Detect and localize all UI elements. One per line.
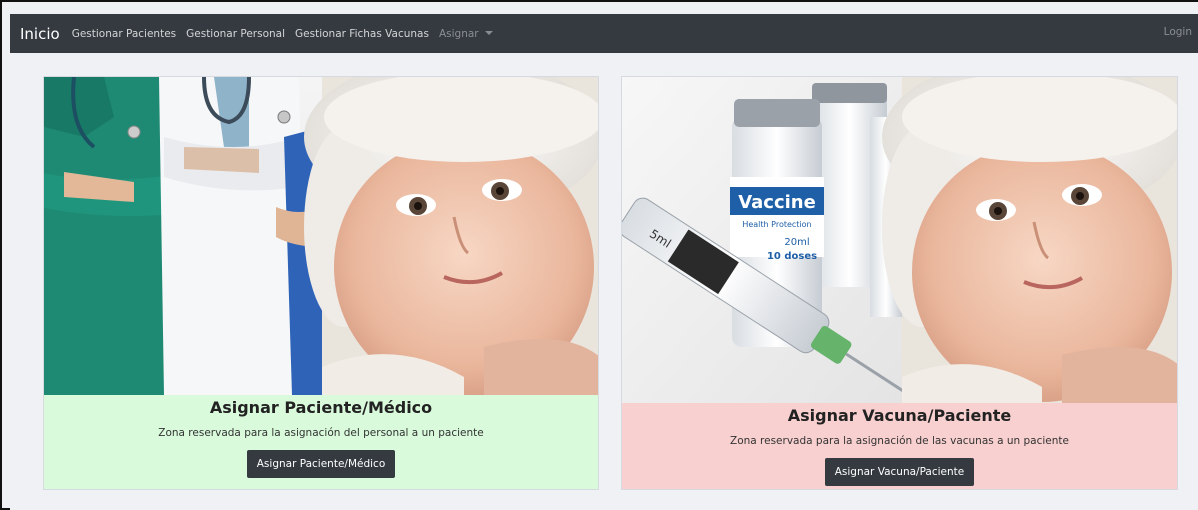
card-text: Zona reservada para la asignación de las… — [730, 435, 1069, 447]
asignar-vacuna-paciente-button[interactable]: Asignar Vacuna/Paciente — [824, 458, 975, 486]
nav-link-gestionar-personal[interactable]: Gestionar Personal — [186, 28, 285, 40]
vial-doses: 10 doses — [767, 251, 817, 262]
vaccine-baby-illustration: Vaccine Health Protection 20ml 10 doses … — [622, 77, 1177, 403]
navbar: Inicio Gestionar Pacientes Gestionar Per… — [10, 14, 1198, 53]
card-asignar-vacuna-paciente: Vaccine Health Protection 20ml 10 doses … — [621, 76, 1178, 490]
card-title: Asignar Vacuna/Paciente — [787, 406, 1012, 425]
card-body: Asignar Vacuna/Paciente Zona reservada p… — [622, 403, 1177, 489]
card-image-doctors-baby — [44, 77, 598, 395]
vial-dose: 20ml — [784, 237, 809, 248]
caret-down-icon — [484, 30, 493, 35]
card-text: Zona reservada para la asignación del pe… — [158, 427, 484, 439]
vial-label: Vaccine — [738, 192, 816, 213]
nav-dropdown-asignar[interactable]: Asignar — [439, 28, 493, 40]
nav-brand-inicio[interactable]: Inicio — [20, 25, 60, 43]
nav-link-gestionar-pacientes[interactable]: Gestionar Pacientes — [72, 28, 176, 40]
card-title: Asignar Paciente/Médico — [209, 398, 433, 417]
nav-login-link[interactable]: Login — [1164, 26, 1192, 38]
asignar-paciente-medico-button[interactable]: Asignar Paciente/Médico — [246, 450, 396, 478]
card-image-vaccine-baby: Vaccine Health Protection 20ml 10 doses … — [622, 77, 1177, 403]
doctors-baby-illustration — [44, 77, 598, 395]
nav-link-gestionar-fichas-vacunas[interactable]: Gestionar Fichas Vacunas — [295, 28, 429, 40]
card-body: Asignar Paciente/Médico Zona reservada p… — [44, 395, 598, 489]
nav-dropdown-label: Asignar — [438, 27, 479, 40]
vial-sublabel: Health Protection — [742, 220, 811, 229]
card-asignar-paciente-medico: Asignar Paciente/Médico Zona reservada p… — [43, 76, 599, 490]
